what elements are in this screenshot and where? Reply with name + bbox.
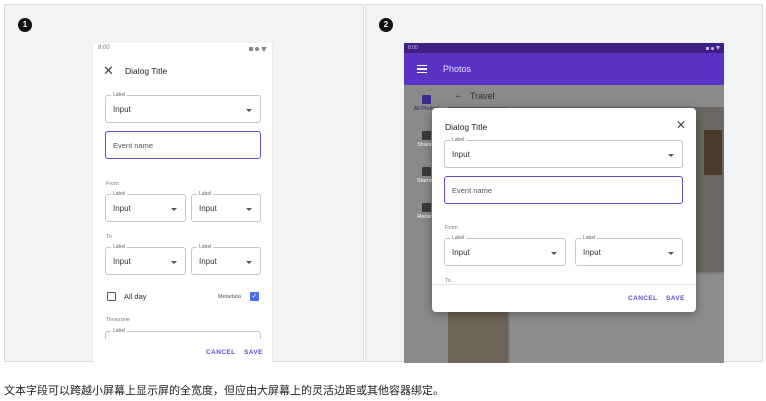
close-icon[interactable]: ✕ [676,118,686,132]
field-label: Label [450,137,467,143]
field-value: Input [199,204,217,213]
event-name-input[interactable]: Event name [444,176,683,204]
library-icon [421,203,431,212]
arrow-back-icon[interactable]: ← [454,90,464,101]
dialog-title: Dialog Title [125,66,168,76]
photos-icon [421,95,431,104]
figure-caption: 文本字段可以跨越小屏幕上显示屏的全宽度，但应由大屏幕上的灵活边距或其他容器绑定。 [4,385,444,397]
app-title: Photos [443,64,472,74]
save-button[interactable]: SAVE [666,295,685,302]
from-time-select[interactable]: Label Input [191,191,261,222]
cancel-button[interactable]: CANCEL [206,349,235,356]
status-icons [706,45,720,51]
chevron-down-icon [668,154,674,157]
chevron-down-icon [551,252,557,255]
step-badge: 1 [18,18,32,32]
dialog-header: ✕ Dialog Title [93,55,272,87]
phone-screen: 8:00 ✕ Dialog Title Label Input Event na… [92,43,273,363]
all-day-checkbox[interactable] [107,292,116,301]
status-time: 8:00 [408,45,418,51]
metadata-checkbox[interactable]: ✓ [250,292,259,301]
chevron-down-icon [246,261,252,264]
field-value: Input [583,248,601,257]
field-label: Label [197,191,214,197]
status-bar: 8:00 [404,43,724,53]
field-label: Label [450,235,467,241]
field-value: Input [452,248,470,257]
field-value: Input [113,204,131,213]
chevron-down-icon [668,252,674,255]
from-caption: From [106,181,119,187]
album-title: Travel [470,91,495,101]
field-label: Label [197,244,214,250]
to-time-select[interactable]: Label Input [191,244,261,275]
all-day-label: All day [124,292,147,301]
metadata-label: Metadata [218,294,241,300]
signal-icon [249,47,253,51]
field-label: Label [111,92,128,98]
field-value: Input [199,257,217,266]
status-icons [249,45,267,53]
status-time: 8:00 [98,45,110,51]
from-time-select[interactable]: Label Input [575,235,683,266]
to-caption: To [106,234,112,240]
battery-icon [711,46,714,50]
example-panel-2: 2 8:00 Photos All Photos Shared Starred … [365,4,763,363]
step-badge: 2 [379,18,393,32]
event-name-placeholder: Event name [452,186,493,195]
album-header: ← Travel [448,85,724,107]
signal-icon [706,46,709,50]
people-icon [421,131,431,140]
star-icon [421,167,431,176]
to-date-select[interactable]: Label Input [105,244,186,275]
chevron-down-icon [246,109,252,112]
field-value: Input [452,150,470,159]
photo-thumbnail[interactable] [704,130,722,175]
close-icon[interactable]: ✕ [103,63,121,79]
wifi-icon [716,46,720,50]
tablet-screen: 8:00 Photos All Photos Shared Starred Re… [404,43,724,363]
field-label: Label [111,328,128,334]
chevron-down-icon [171,208,177,211]
from-date-select[interactable]: Label Input [444,235,566,266]
select-field[interactable]: Label Input [105,92,261,123]
battery-icon [255,47,259,51]
field-value: Input [113,105,131,114]
timezone-caption: Timezone [106,317,130,323]
example-panel-1: 1 8:00 ✕ Dialog Title Label Input Event … [4,4,364,363]
event-name-placeholder: Event name [113,141,154,150]
field-label: Label [111,191,128,197]
status-bar: 8:00 [93,43,272,55]
from-date-select[interactable]: Label Input [105,191,186,222]
field-label: Label [581,235,598,241]
top-app-bar: Photos [404,53,724,85]
from-caption: From [445,225,458,231]
chevron-down-icon [171,261,177,264]
wifi-icon [261,46,267,52]
save-button[interactable]: SAVE [244,349,263,356]
cancel-button[interactable]: CANCEL [628,295,657,302]
chevron-down-icon [246,208,252,211]
field-value: Input [113,257,131,266]
menu-icon[interactable] [417,65,427,73]
event-name-input[interactable]: Event name [105,131,261,159]
select-field[interactable]: Label Input [444,137,683,168]
divider [432,284,696,285]
field-label: Label [111,244,128,250]
dialog-title: Dialog Title [445,122,488,132]
dialog: Dialog Title ✕ Label Input Event name Fr… [432,108,696,312]
